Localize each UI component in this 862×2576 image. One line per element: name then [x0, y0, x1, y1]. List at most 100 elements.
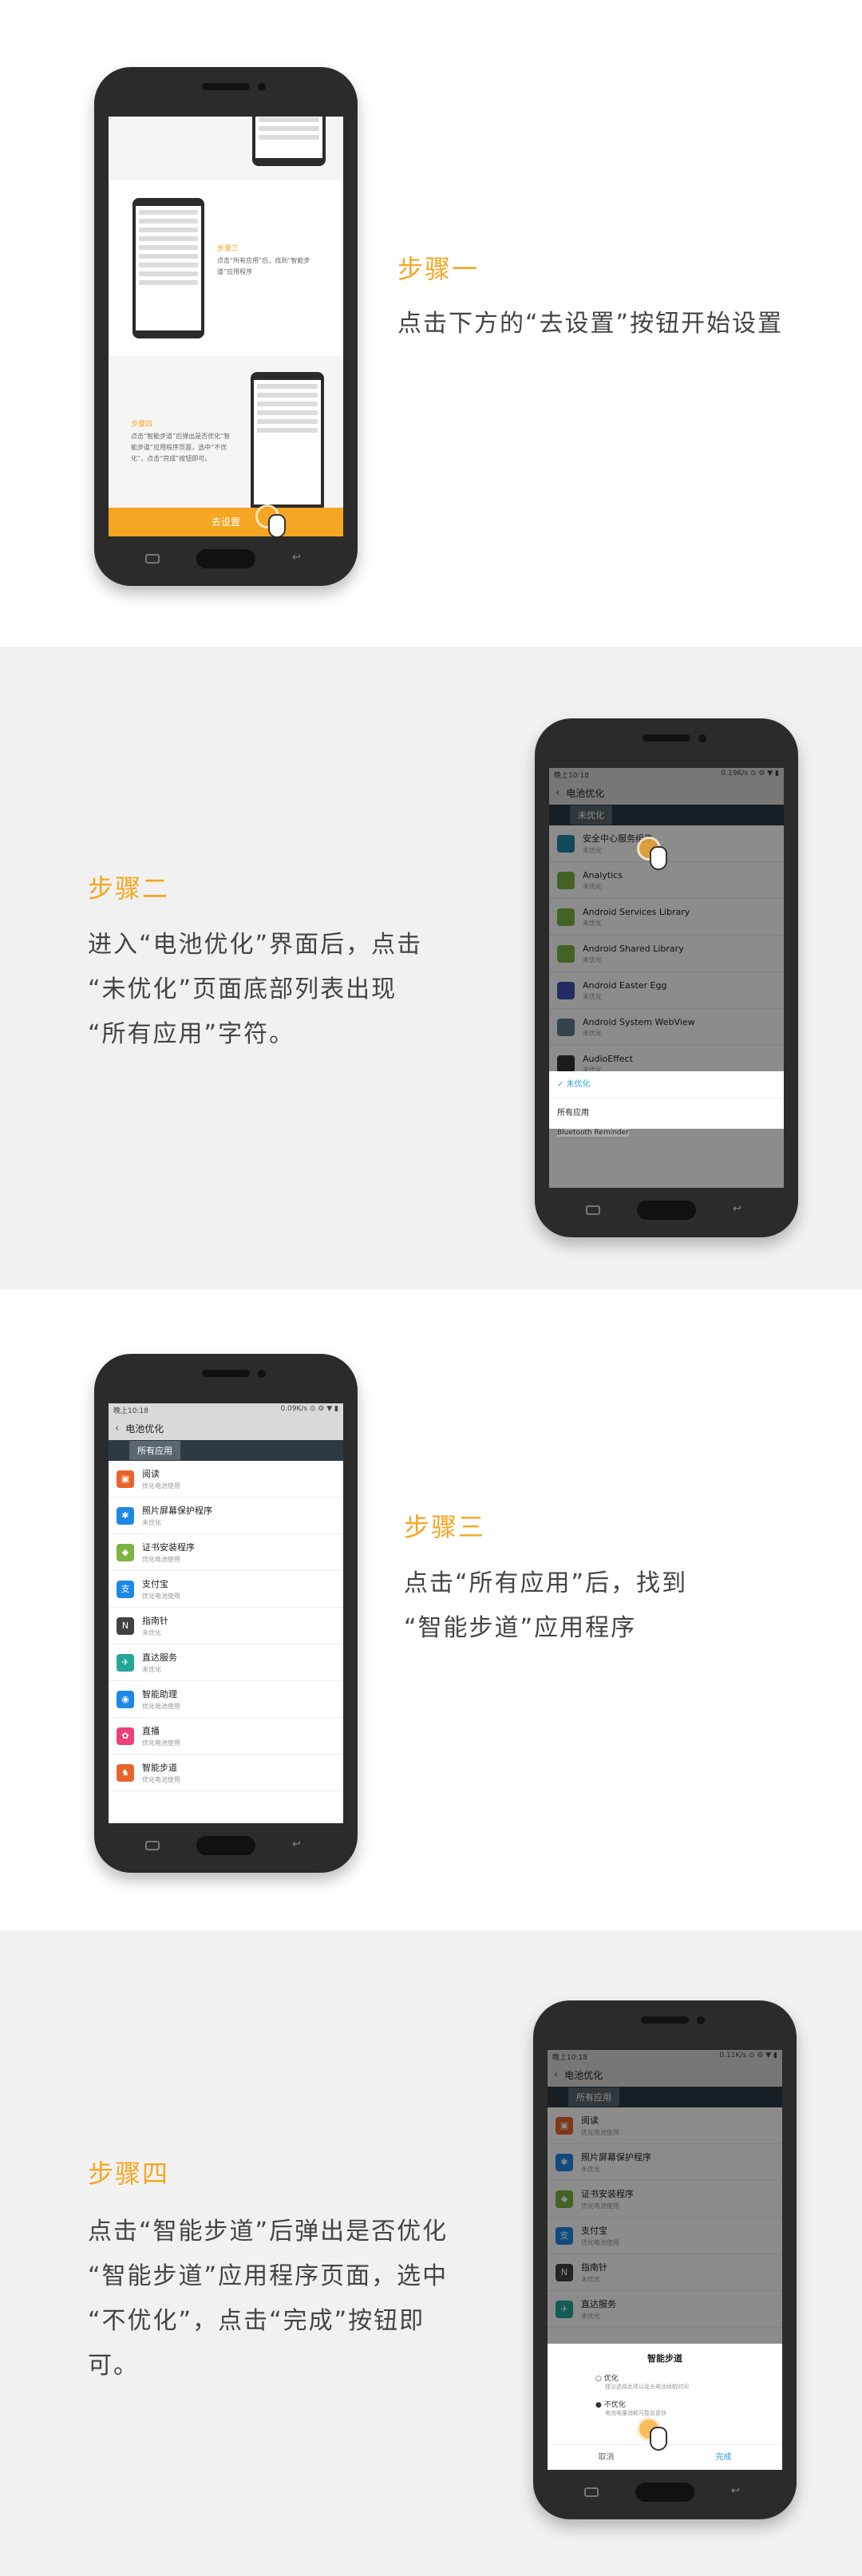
step-title: 步骤四: [88, 2159, 170, 2189]
app-name: 智能助理: [142, 1689, 177, 1700]
app-list-item[interactable]: ◆ 证书安装程序优化电池使用: [109, 1534, 343, 1571]
done-button[interactable]: 完成: [665, 2445, 782, 2470]
home-button: [196, 1836, 255, 1855]
step-title: 步骤一: [397, 254, 480, 284]
filter-dropdown[interactable]: 所有应用: [129, 1441, 180, 1460]
radio-icon: ○: [595, 2375, 602, 2383]
app-list-item[interactable]: ✱ 照片屏幕保护程序 未优化: [109, 1498, 343, 1534]
phone-mockup: 晚上10:18 0.11K/s ⊙ ⚙ ▼ ▮ ‹ 电池优化 所有应用 ▣ 阅读优…: [533, 2000, 797, 2519]
phone-mockup: 步骤三 点击“所有应用”后，找到“智能步道”应用程序 步骤四 点击“智能步道”后…: [94, 67, 358, 586]
app-status: 优化电池使用: [142, 1703, 180, 1710]
peek-list-item: Bluetooth Reminder: [557, 1129, 629, 1137]
app-icon: ✿: [117, 1727, 134, 1745]
camera-dot: [258, 83, 266, 91]
app-name: 证书安装程序: [142, 1542, 195, 1553]
app-list-item[interactable]: ✿ 直播优化电池使用: [109, 1718, 343, 1755]
app-title: 电池优化: [125, 1423, 164, 1434]
app-icon: ✈: [117, 1653, 134, 1672]
app-icon: ◆: [117, 1543, 134, 1561]
app-status: 未优化: [142, 1519, 161, 1526]
step-description: 点击“所有应用”后，找到 “智能步道”应用程序: [404, 1569, 688, 1642]
app-list-item[interactable]: 支支付宝优化电池使用: [109, 1571, 343, 1608]
dropdown-item-all-apps[interactable]: 所有应用: [549, 1098, 784, 1129]
tip-label: 步骤三: [217, 245, 239, 253]
app-list-item[interactable]: ▣ 阅读优化电池使用: [109, 1461, 343, 1498]
app-status: 未优化: [142, 1629, 161, 1636]
step2-section: 步骤二 进入“电池优化”界面后，点击 “未优化”页面底部列表出现 “所有应用”字…: [0, 647, 862, 1290]
tip-text: 点击“所有应用”后，找到“智能步道”应用程序: [217, 257, 310, 275]
step4-section: 步骤四 点击“智能步道”后弹出是否优化 “智能步道”应用程序页面，选中 “不优化…: [0, 1930, 862, 2576]
phone-mockup: 晚上10:18 0.09K/s ⊙ ⚙ ▼ ▮ ‹ 电池优化 所有应用 ▣ 阅读优…: [94, 1354, 358, 1873]
step-description: 进入“电池优化”界面后，点击 “未优化”页面底部列表出现 “所有应用”字符。: [88, 931, 423, 1048]
app-status: 优化电池使用: [142, 1593, 180, 1600]
app-name: 阅读: [142, 1469, 160, 1479]
tip-card-step4: 步骤四 点击“智能步道”后弹出是否优化“智能步道”应用程序页面，选中“不优化”，…: [109, 356, 343, 516]
home-button: [637, 1201, 696, 1220]
step-title: 步骤三: [404, 1512, 486, 1542]
status-bar: 晚上10:18 0.09K/s ⊙ ⚙ ▼ ▮: [109, 1403, 343, 1416]
app-list-item[interactable]: ✈ 直达服务未优化: [109, 1644, 343, 1681]
back-key-icon: ↩: [292, 1838, 301, 1850]
filter-bar: 所有应用: [109, 1440, 343, 1461]
app-icon: ✱: [117, 1506, 134, 1525]
phone-mockup: 晚上10:18 0.19K/s ⊙ ⚙ ▼ ▮ ‹ 电池优化 未优化 安全中心服…: [535, 718, 798, 1237]
go-settings-button[interactable]: 去设置: [109, 508, 343, 536]
menu-key-icon: [584, 2487, 599, 2497]
phone-screen: 步骤三 点击“所有应用”后，找到“智能步道”应用程序 步骤四 点击“智能步道”后…: [109, 117, 343, 536]
step-description: 点击下方的“去设置”按钮开始设置: [397, 310, 784, 338]
app-header: ‹ 电池优化: [109, 1416, 343, 1440]
tip-card-step3: 步骤三 点击“所有应用”后，找到“智能步道”应用程序: [109, 180, 343, 356]
app-list-item[interactable]: N 指南针未优化: [109, 1608, 343, 1644]
app-status: 未优化: [142, 1666, 161, 1673]
app-name: 照片屏幕保护程序: [142, 1506, 212, 1516]
app-name: 支付宝: [142, 1579, 168, 1589]
app-name: 指南针: [142, 1616, 168, 1626]
back-key-icon: ↩: [292, 552, 301, 564]
home-button: [635, 2483, 694, 2502]
menu-key-icon: [145, 554, 160, 564]
mini-phone-screenshot: [252, 117, 326, 166]
app-status: 优化电池使用: [142, 1776, 180, 1783]
step-title: 步骤二: [88, 873, 170, 904]
app-icon: ♞: [117, 1763, 134, 1782]
app-icon: N: [117, 1616, 134, 1635]
tip-label: 步骤四: [131, 421, 153, 429]
option-optimize[interactable]: ○ 优化 建议选择此项以延长电池续航时间: [548, 2364, 782, 2391]
phone-screen: 晚上10:18 0.19K/s ⊙ ⚙ ▼ ▮ ‹ 电池优化 未优化 安全中心服…: [549, 768, 784, 1188]
back-arrow-icon[interactable]: ‹: [115, 1423, 119, 1434]
step-description: 点击“智能步道”后弹出是否优化 “智能步道”应用程序页面，选中 “不优化”，点击…: [88, 2218, 449, 2380]
dropdown-item-unoptimized[interactable]: ✓ 未优化: [549, 1071, 784, 1098]
dropdown-menu: ✓ 未优化 所有应用: [549, 1071, 784, 1129]
radio-selected-icon: ●: [595, 2401, 602, 2409]
dialog-title: 智能步道: [647, 2353, 682, 2364]
menu-key-icon: [586, 1205, 600, 1215]
app-list-item[interactable]: ◉ 智能助理优化电池使用: [109, 1681, 343, 1718]
app-name: 直播: [142, 1726, 160, 1736]
app-list-item[interactable]: ♞ 智能步道优化电池使用: [109, 1755, 343, 1791]
app-name: 智能步道: [142, 1763, 177, 1773]
earpiece: [202, 83, 250, 90]
phone-screen: 晚上10:18 0.11K/s ⊙ ⚙ ▼ ▮ ‹ 电池优化 所有应用 ▣ 阅读优…: [548, 2050, 782, 2470]
tap-hand-icon: [637, 837, 672, 872]
back-key-icon: ↩: [733, 1203, 741, 1215]
mini-phone-screenshot: [251, 372, 324, 512]
menu-key-icon: [145, 1841, 160, 1850]
app-list: ▣ 阅读 优化电池使用 ✱ 照片屏幕保护程序 未优化 ◆ 证书安装程序 优化电池使用支支付宝 优化…: [109, 1461, 343, 1791]
app-icon: 支: [117, 1580, 134, 1598]
tap-hand-icon: [255, 505, 291, 536]
step3-section: 晚上10:18 0.09K/s ⊙ ⚙ ▼ ▮ ‹ 电池优化 所有应用 ▣ 阅读优…: [0, 1290, 862, 1930]
tip-text: 点击“智能步道”后弹出是否优化“智能步道”应用程序页面，选中“不优化”，点击“完…: [131, 433, 231, 462]
app-icon: ▣: [117, 1470, 134, 1488]
home-button: [196, 549, 255, 568]
app-status: 优化电池使用: [142, 1556, 180, 1563]
tap-hand-icon: [637, 2417, 672, 2452]
option-not-optimize[interactable]: ● 不优化 电池电量消耗可能会更快: [548, 2391, 782, 2417]
app-status: 优化电池使用: [142, 1482, 180, 1490]
back-key-icon: ↩: [731, 2485, 740, 2497]
app-icon: ◉: [117, 1690, 134, 1708]
phone-screen: 晚上10:18 0.09K/s ⊙ ⚙ ▼ ▮ ‹ 电池优化 所有应用 ▣ 阅读优…: [109, 1403, 343, 1823]
app-name: 直达服务: [142, 1652, 177, 1663]
mini-phone-screenshot: [132, 198, 204, 338]
step1-section: 步骤三 点击“所有应用”后，找到“智能步道”应用程序 步骤四 点击“智能步道”后…: [0, 0, 862, 647]
app-status: 优化电池使用: [142, 1739, 180, 1747]
